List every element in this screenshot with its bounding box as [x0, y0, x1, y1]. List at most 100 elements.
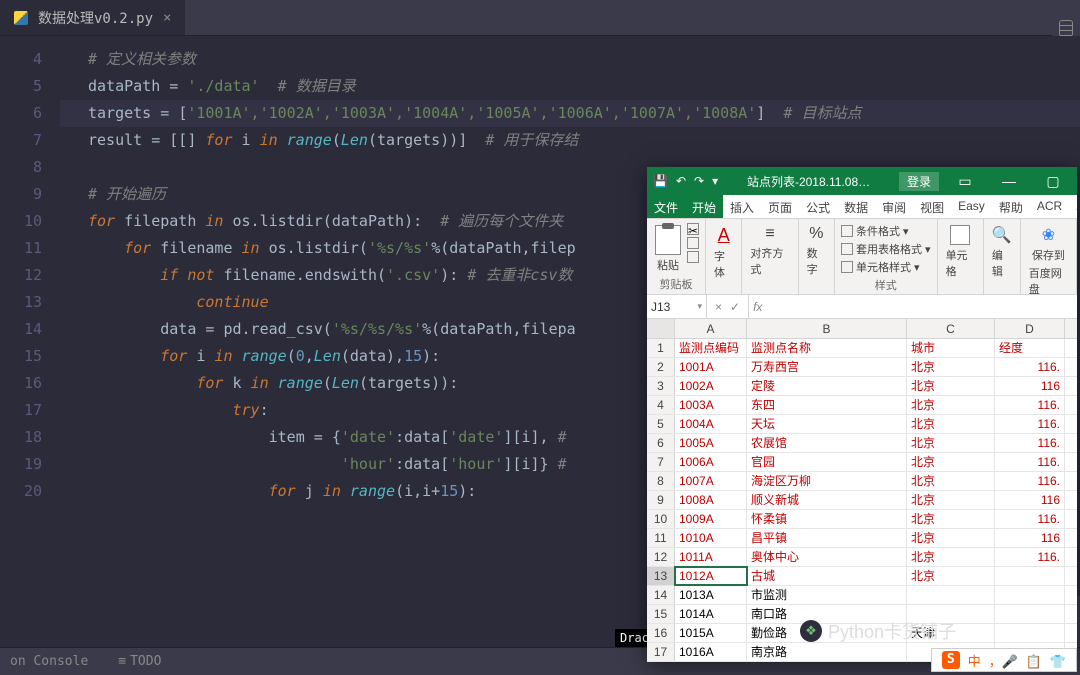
formula-input[interactable]: [766, 295, 1077, 318]
cell[interactable]: 116: [995, 529, 1065, 547]
cell[interactable]: 监测点名称: [747, 339, 907, 357]
cell[interactable]: 1001A: [675, 358, 747, 376]
row-header[interactable]: 9: [647, 491, 675, 509]
ime-tools[interactable]: ，🎤 📋 👕: [989, 651, 1066, 670]
close-icon[interactable]: ×: [163, 10, 171, 26]
cell[interactable]: 1006A: [675, 453, 747, 471]
row-header[interactable]: 11: [647, 529, 675, 547]
row-header[interactable]: 16: [647, 624, 675, 642]
cell[interactable]: 1005A: [675, 434, 747, 452]
cell[interactable]: 天坛: [747, 415, 907, 433]
cell[interactable]: 古城: [747, 567, 907, 585]
align-button[interactable]: ≡对齐方式: [748, 223, 791, 279]
tab-xlt[interactable]: XL T: [1069, 195, 1077, 218]
font-button[interactable]: A字体: [712, 223, 735, 282]
sogou-icon[interactable]: S: [942, 651, 960, 669]
ime-lang[interactable]: 中: [968, 651, 981, 670]
cell[interactable]: 1004A: [675, 415, 747, 433]
excel-titlebar[interactable]: 💾 ↶ ↷ ▾ 站点列表-2018.11.08… 登录 ▭ — ▢: [647, 167, 1077, 195]
cell[interactable]: 116.: [995, 396, 1065, 414]
cell[interactable]: 经度: [995, 339, 1065, 357]
cell[interactable]: 1009A: [675, 510, 747, 528]
cell[interactable]: 海淀区万柳: [747, 472, 907, 490]
cell[interactable]: [995, 624, 1065, 642]
tab-file[interactable]: 文件: [647, 195, 685, 218]
cell[interactable]: 定陵: [747, 377, 907, 395]
cancel-formula-icon[interactable]: ×: [715, 300, 722, 314]
cell[interactable]: 116.: [995, 453, 1065, 471]
col-header-a[interactable]: A: [675, 319, 747, 338]
cell[interactable]: 北京: [907, 472, 995, 490]
row-header[interactable]: 4: [647, 396, 675, 414]
cell[interactable]: 北京: [907, 491, 995, 509]
accept-formula-icon[interactable]: ✓: [730, 300, 740, 314]
cell[interactable]: 1012A: [675, 567, 747, 585]
cell[interactable]: 1011A: [675, 548, 747, 566]
cond-format-button[interactable]: 条件格式▾: [841, 223, 931, 239]
cell[interactable]: 南京路: [747, 643, 907, 661]
tab-home[interactable]: 开始: [685, 195, 723, 218]
cell[interactable]: 北京: [907, 510, 995, 528]
cell[interactable]: 北京: [907, 434, 995, 452]
todo-tool[interactable]: ≡TODO: [118, 654, 161, 669]
ime-toolbar[interactable]: S 中 ，🎤 📋 👕: [931, 648, 1077, 672]
tab-help[interactable]: 帮助: [992, 195, 1030, 218]
cell[interactable]: 1002A: [675, 377, 747, 395]
row-header[interactable]: 13: [647, 567, 675, 585]
cell[interactable]: 1016A: [675, 643, 747, 661]
tab-page[interactable]: 页面: [761, 195, 799, 218]
cell-style-button[interactable]: 单元格样式▾: [841, 259, 931, 275]
cell[interactable]: 116: [995, 491, 1065, 509]
cell[interactable]: 1015A: [675, 624, 747, 642]
database-icon[interactable]: [1059, 20, 1073, 36]
cell[interactable]: 116.: [995, 415, 1065, 433]
cell[interactable]: 1007A: [675, 472, 747, 490]
row-header[interactable]: 7: [647, 453, 675, 471]
row-header[interactable]: 15: [647, 605, 675, 623]
cell[interactable]: 万寿西宫: [747, 358, 907, 376]
namebox-dropdown-icon[interactable]: ▾: [697, 301, 702, 312]
row-header[interactable]: 8: [647, 472, 675, 490]
tab-view[interactable]: 视图: [913, 195, 951, 218]
cell[interactable]: 1010A: [675, 529, 747, 547]
cell[interactable]: 农展馆: [747, 434, 907, 452]
cell[interactable]: 城市: [907, 339, 995, 357]
cell[interactable]: [995, 586, 1065, 604]
tab-acr[interactable]: ACR: [1030, 195, 1069, 218]
baidu-save-button[interactable]: ❀保存到百度网盘: [1027, 223, 1070, 295]
number-button[interactable]: %数字: [805, 223, 828, 279]
cell[interactable]: 官园: [747, 453, 907, 471]
tab-formula[interactable]: 公式: [799, 195, 837, 218]
cell[interactable]: 1003A: [675, 396, 747, 414]
copy-icon[interactable]: [687, 237, 699, 249]
cell[interactable]: 北京: [907, 377, 995, 395]
cell[interactable]: 1014A: [675, 605, 747, 623]
cell[interactable]: 顺义新城: [747, 491, 907, 509]
minimize-icon[interactable]: —: [991, 173, 1027, 189]
editing-button[interactable]: 🔍编辑: [990, 223, 1014, 281]
col-header-d[interactable]: D: [995, 319, 1065, 338]
cell[interactable]: [907, 586, 995, 604]
tab-insert[interactable]: 插入: [723, 195, 761, 218]
row-header[interactable]: 3: [647, 377, 675, 395]
select-all-corner[interactable]: [647, 319, 675, 338]
cell[interactable]: 监测点编码: [675, 339, 747, 357]
cell[interactable]: 北京: [907, 567, 995, 585]
login-button[interactable]: 登录: [899, 172, 939, 191]
undo-icon[interactable]: ↶: [676, 174, 686, 188]
cell[interactable]: 北京: [907, 529, 995, 547]
paste-button[interactable]: 粘贴: [653, 223, 683, 275]
table-format-button[interactable]: 套用表格格式▾: [841, 241, 931, 257]
redo-icon[interactable]: ↷: [694, 174, 704, 188]
cell[interactable]: 1008A: [675, 491, 747, 509]
qat-dropdown-icon[interactable]: ▾: [712, 174, 718, 188]
cell[interactable]: 北京: [907, 415, 995, 433]
tab-easy[interactable]: Easy: [951, 195, 992, 218]
row-header[interactable]: 1: [647, 339, 675, 357]
col-header-b[interactable]: B: [747, 319, 907, 338]
row-header[interactable]: 6: [647, 434, 675, 452]
autosave-icon[interactable]: 💾: [653, 174, 668, 188]
cell[interactable]: 1013A: [675, 586, 747, 604]
cell[interactable]: 市监测: [747, 586, 907, 604]
row-header[interactable]: 12: [647, 548, 675, 566]
